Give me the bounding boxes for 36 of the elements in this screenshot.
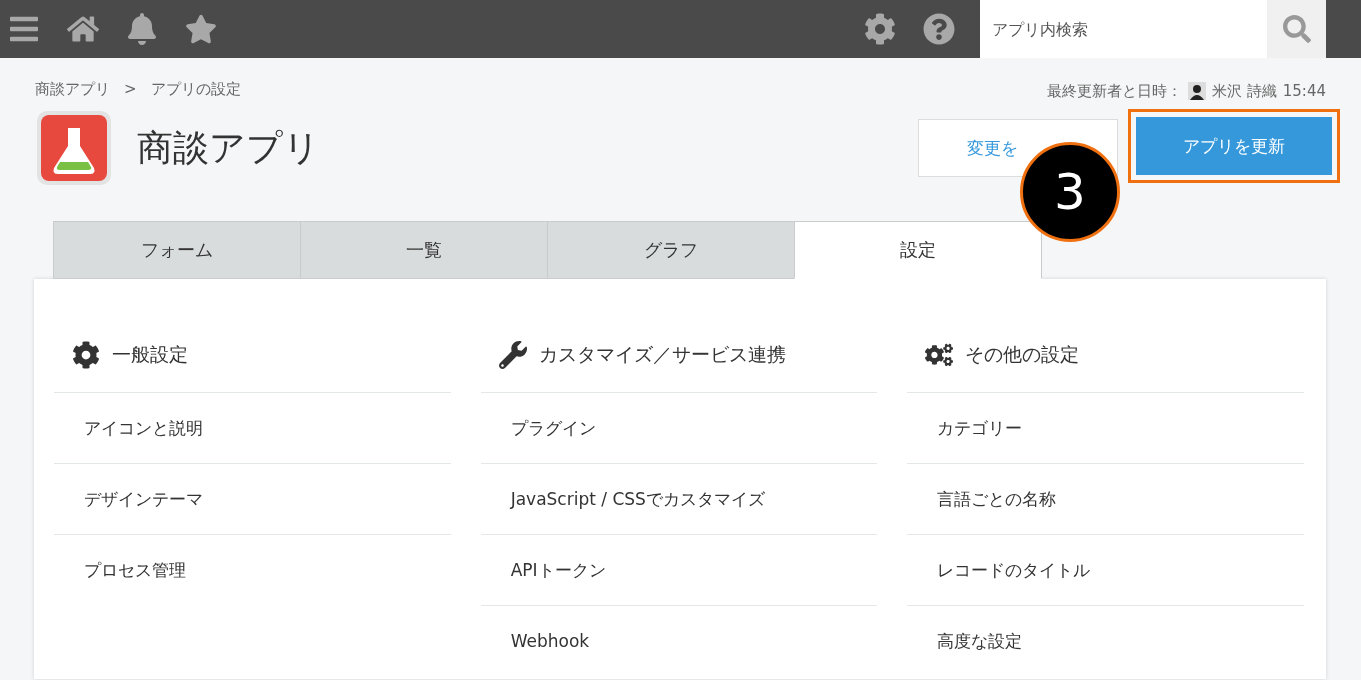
breadcrumb-separator: >: [124, 80, 137, 100]
section-heading: その他の設定: [965, 341, 1080, 367]
settings-link[interactable]: カテゴリー: [907, 393, 1304, 464]
settings-link[interactable]: プラグイン: [480, 393, 878, 464]
search-field[interactable]: アプリ内検索: [980, 0, 1267, 58]
tab[interactable]: グラフ: [547, 221, 795, 279]
avatar-icon: [1188, 82, 1206, 100]
settings-link[interactable]: プロセス管理: [54, 535, 451, 605]
settings-icon[interactable]: [864, 13, 896, 45]
bell-icon[interactable]: [126, 13, 158, 45]
gear-icon: [72, 340, 100, 369]
section-heading: カスタマイズ／サービス連携: [538, 341, 786, 367]
settings-link[interactable]: 高度な設定: [907, 606, 1304, 676]
breadcrumb-link[interactable]: 商談アプリ: [35, 80, 110, 102]
settings-link[interactable]: APIトークン: [480, 535, 878, 606]
user-name: 米沢 詩織: [1212, 81, 1277, 101]
breadcrumb-link[interactable]: アプリの設定: [150, 80, 241, 102]
tab[interactable]: 一覧: [300, 221, 548, 279]
tab[interactable]: フォーム: [53, 221, 301, 279]
last-updated-label: 最終更新者と日時：: [1047, 81, 1182, 101]
settings-link[interactable]: レコードのタイトル: [907, 535, 1304, 606]
search-icon: [1282, 15, 1311, 43]
wrench-icon: [498, 340, 527, 369]
app-title: 商談アプリ: [137, 125, 321, 170]
help-icon[interactable]: [923, 13, 955, 45]
update-time: 15:44: [1282, 82, 1326, 100]
settings-link[interactable]: Webhook: [480, 606, 878, 676]
settings-link[interactable]: JavaScript / CSSでカスタマイズ: [480, 464, 878, 535]
tab[interactable]: 設定: [794, 221, 1042, 279]
search-button[interactable]: [1267, 0, 1326, 58]
settings-link[interactable]: デザインテーマ: [54, 464, 451, 535]
star-icon[interactable]: [185, 13, 217, 45]
flask-icon: [36, 110, 112, 186]
settings-link[interactable]: 言語ごとの名称: [907, 464, 1304, 535]
section-heading: 一般設定: [112, 341, 188, 367]
settings-link[interactable]: アイコンと説明: [54, 393, 451, 464]
